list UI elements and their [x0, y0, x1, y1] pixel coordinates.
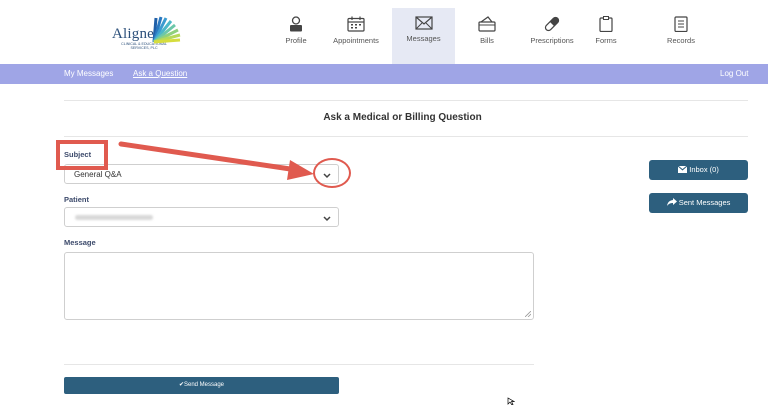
wallet-icon — [478, 16, 496, 32]
ask-question-link[interactable]: Ask a Question — [133, 69, 187, 78]
message-textarea[interactable] — [64, 252, 534, 320]
pill-icon — [544, 16, 560, 32]
patient-blurred-value — [75, 215, 153, 220]
nav-profile[interactable]: Profile — [273, 8, 319, 64]
nav-profile-label: Profile — [285, 36, 307, 45]
chevron-down-icon[interactable] — [322, 213, 332, 223]
top-divider — [64, 100, 748, 101]
top-navigation: Aligned CLINICAL & EDUCATIONAL SERVICES,… — [0, 0, 768, 64]
profile-icon — [290, 16, 302, 32]
envelope-icon — [414, 16, 433, 30]
logout-link[interactable]: Log Out — [720, 69, 748, 78]
title-divider — [64, 136, 748, 137]
nav-forms-label: Forms — [595, 36, 617, 45]
nav-messages-label: Messages — [406, 34, 441, 43]
logo-fan-icon — [152, 16, 181, 44]
clipboard-icon — [599, 16, 613, 32]
nav-appointments[interactable]: Appointments — [325, 8, 387, 64]
my-messages-link[interactable]: My Messages — [64, 69, 113, 78]
mouse-cursor-icon — [507, 397, 515, 405]
subject-selected-value: General Q&A — [74, 170, 122, 179]
sent-messages-button[interactable]: Sent Messages — [649, 193, 748, 213]
page-title: Ask a Medical or Billing Question — [323, 112, 482, 123]
document-icon — [674, 16, 688, 32]
aligned-logo[interactable]: Aligned CLINICAL & EDUCATIONAL SERVICES,… — [112, 12, 184, 52]
inbox-button[interactable]: Inbox (0) — [649, 160, 748, 180]
nav-records-label: Records — [667, 36, 695, 45]
nav-prescriptions-label: Prescriptions — [530, 36, 574, 45]
share-arrow-icon — [666, 198, 677, 206]
nav-appointments-label: Appointments — [333, 36, 379, 45]
nav-forms[interactable]: Forms — [587, 8, 625, 64]
resize-grip-icon[interactable] — [525, 311, 531, 317]
sent-messages-label: Sent Messages — [678, 198, 731, 207]
sub-navigation-bar: My Messages Ask a Question Log Out — [0, 64, 768, 84]
subject-highlight-box — [56, 140, 108, 170]
nav-bills-label: Bills — [480, 36, 494, 45]
dropdown-highlight-circle — [313, 158, 351, 188]
bottom-divider — [64, 364, 534, 365]
patient-label: Patient — [64, 195, 90, 204]
nav-bills[interactable]: Bills — [466, 8, 508, 64]
envelope-icon — [677, 165, 688, 173]
nav-records[interactable]: Records — [661, 8, 701, 64]
send-message-button[interactable]: ✔Send Message — [64, 377, 339, 394]
calendar-icon — [347, 16, 365, 32]
patient-select[interactable] — [64, 207, 339, 227]
inbox-label: Inbox (0) — [689, 165, 719, 174]
nav-prescriptions[interactable]: Prescriptions — [522, 8, 582, 64]
message-label: Message — [64, 238, 96, 247]
nav-messages[interactable]: Messages — [392, 8, 455, 64]
